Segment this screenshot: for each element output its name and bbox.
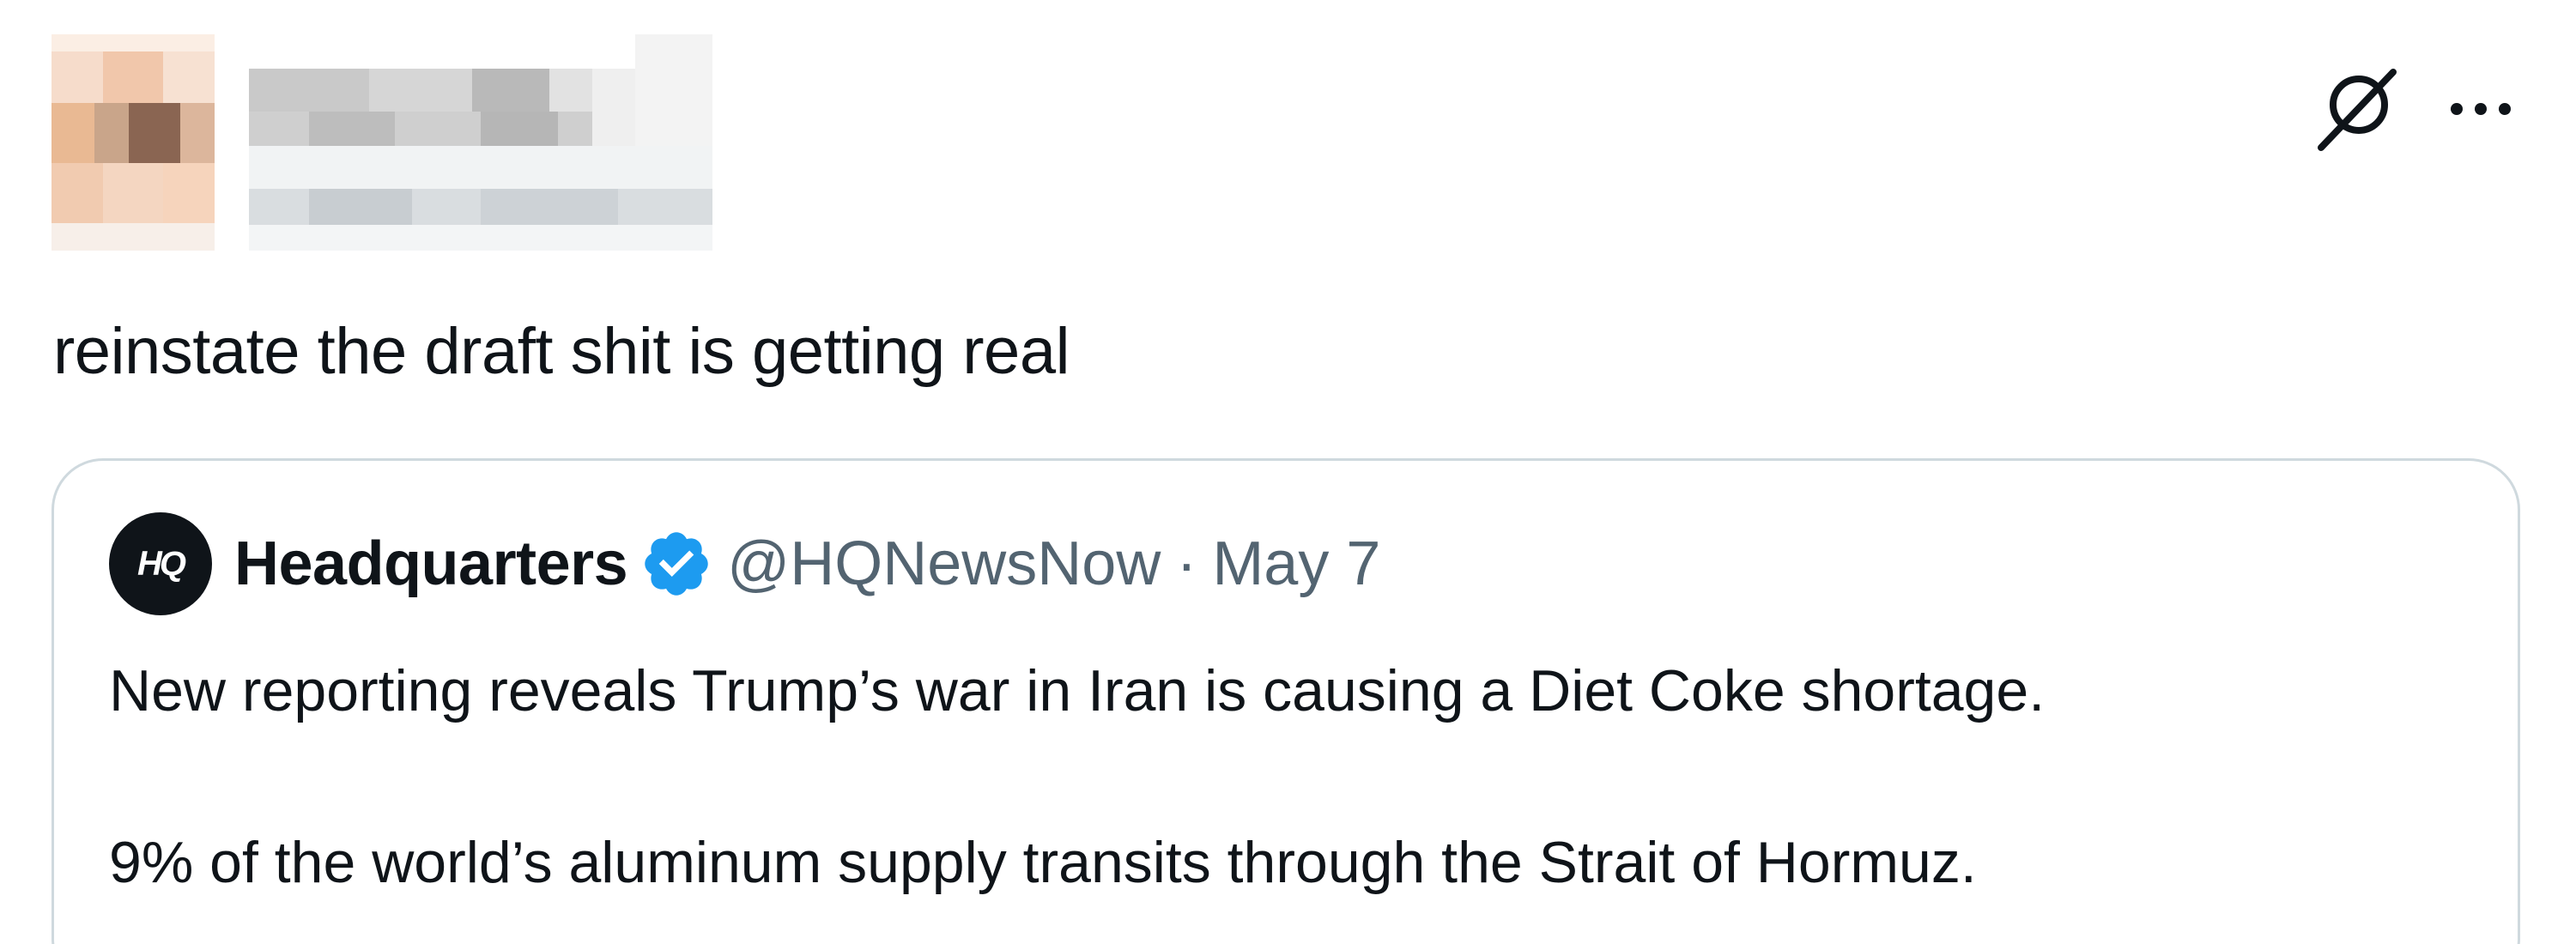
quoted-avatar-text: HQ bbox=[137, 544, 186, 583]
tweet-text: reinstate the draft shit is getting real bbox=[53, 315, 1070, 388]
quoted-tweet-header: HQ Headquarters @HQNewsNow · May 7 bbox=[109, 512, 1380, 615]
quoted-date[interactable]: May 7 bbox=[1212, 529, 1380, 599]
quoted-tweet-body: New reporting reveals Trump’s war in Ira… bbox=[109, 648, 2045, 905]
more-options-icon[interactable] bbox=[2445, 96, 2517, 122]
quoted-avatar[interactable]: HQ bbox=[109, 512, 212, 615]
quoted-handle[interactable]: @HQNewsNow bbox=[727, 529, 1161, 599]
author-info-pixelated[interactable] bbox=[52, 34, 712, 251]
quoted-paragraph: 9% of the world’s aluminum supply transi… bbox=[109, 830, 1977, 895]
quoted-display-name[interactable]: Headquarters bbox=[234, 529, 628, 599]
grok-icon[interactable] bbox=[2318, 67, 2397, 151]
quoted-tweet-card[interactable]: HQ Headquarters @HQNewsNow · May 7 New r… bbox=[52, 458, 2520, 944]
tweet-view: reinstate the draft shit is getting real… bbox=[0, 0, 2576, 944]
quoted-paragraph: New reporting reveals Trump’s war in Ira… bbox=[109, 658, 2046, 723]
header-separator: · bbox=[1176, 529, 1197, 598]
verified-badge-icon bbox=[645, 532, 708, 596]
